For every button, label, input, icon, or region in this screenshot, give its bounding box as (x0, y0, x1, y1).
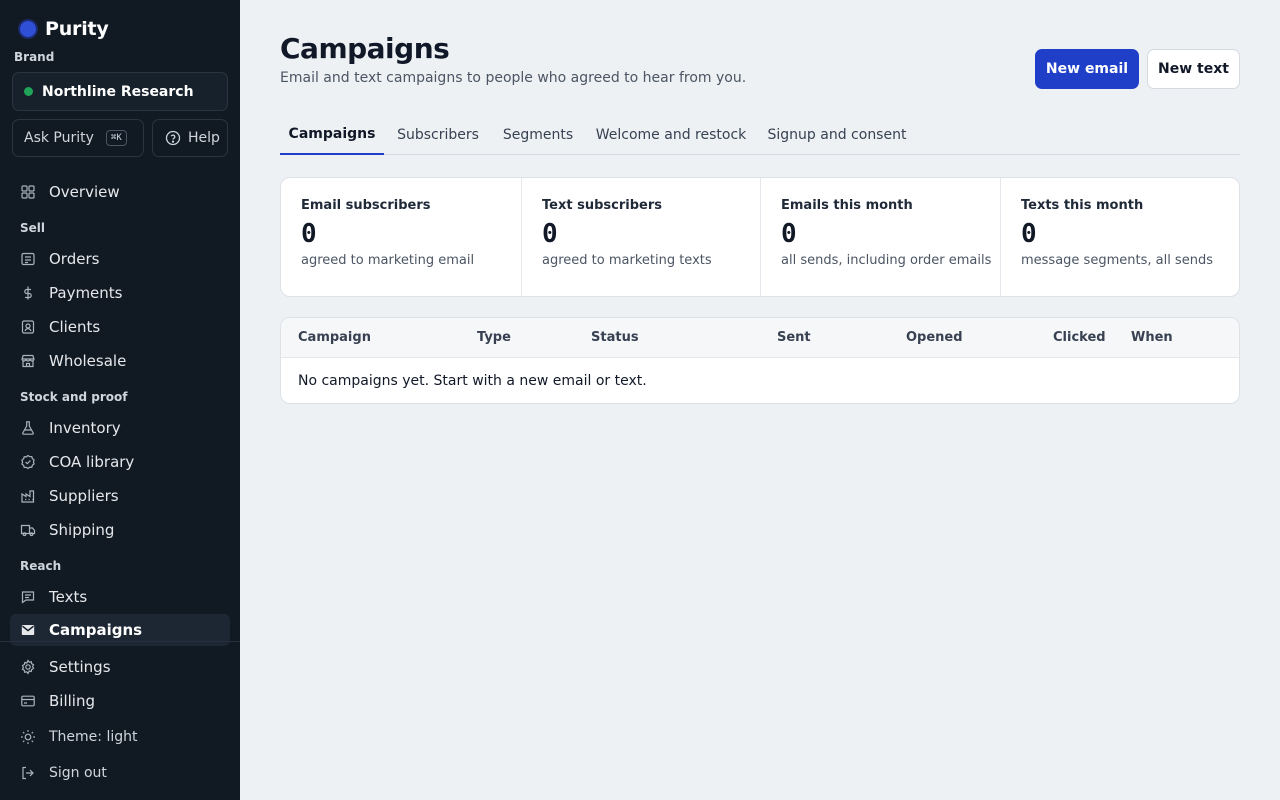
badge-check-icon (20, 454, 36, 470)
sidebar-item-wholesale[interactable]: Wholesale (10, 346, 230, 376)
sidebar-item-label: COA library (49, 453, 135, 471)
truck-icon (20, 522, 36, 538)
theme-toggle[interactable]: Theme: light (10, 722, 230, 752)
logo-mark-icon (20, 21, 36, 37)
sidebar-item-label: Settings (49, 658, 111, 676)
new-text-button[interactable]: New text (1147, 49, 1240, 89)
campaigns-table: Campaign Type Status Sent Opened Clicked… (280, 317, 1240, 404)
stat-value: 0 (301, 219, 317, 249)
ask-purity-label: Ask Purity (24, 130, 94, 146)
app-name: Purity (45, 18, 109, 40)
sidebar-item-shipping[interactable]: Shipping (10, 515, 230, 545)
section-label-sell: Sell (20, 221, 46, 235)
empty-state-message: No campaigns yet. Start with a new email… (298, 373, 647, 389)
tab-signup-and-consent[interactable]: Signup and consent (762, 114, 912, 155)
stat-value: 0 (542, 219, 558, 249)
section-label-stock: Stock and proof (20, 390, 128, 404)
sidebar-item-label: Inventory (49, 419, 121, 437)
sidebar-item-label: Shipping (49, 521, 115, 539)
theme-toggle-label: Theme: light (49, 729, 138, 745)
sidebar-divider (0, 641, 240, 642)
tab-segments[interactable]: Segments (494, 114, 582, 155)
stat-label: Text subscribers (542, 198, 662, 213)
flask-icon (20, 420, 36, 436)
campaign-tabs: Campaigns Subscribers Segments Welcome a… (280, 114, 1240, 155)
stat-text-subscribers: Text subscribers 0 agreed to marketing t… (522, 178, 761, 296)
sidebar-item-overview[interactable]: Overview (10, 177, 230, 207)
brand-status-dot-icon (24, 87, 33, 96)
stat-label: Email subscribers (301, 198, 431, 213)
column-header-when[interactable]: When (1131, 330, 1173, 345)
stat-label: Texts this month (1021, 198, 1144, 213)
sidebar-item-coa-library[interactable]: COA library (10, 447, 230, 477)
factory-icon (20, 488, 36, 504)
stats-panel: Email subscribers 0 agreed to marketing … (280, 177, 1240, 297)
stat-caption: agreed to marketing email (301, 253, 475, 268)
mail-icon (20, 622, 36, 638)
app-logo[interactable]: Purity (20, 18, 109, 40)
sidebar-item-label: Payments (49, 284, 123, 302)
new-email-button[interactable]: New email (1035, 49, 1139, 89)
help-button[interactable]: Help (152, 119, 228, 157)
stat-label: Emails this month (781, 198, 913, 213)
column-header-clicked[interactable]: Clicked (1053, 330, 1106, 345)
sidebar-item-texts[interactable]: Texts (10, 582, 230, 612)
column-header-campaign[interactable]: Campaign (298, 330, 371, 345)
sidebar-item-orders[interactable]: Orders (10, 244, 230, 274)
sign-out-button[interactable]: Sign out (10, 758, 230, 788)
sidebar-item-label: Wholesale (49, 352, 127, 370)
stat-caption: agreed to marketing texts (542, 253, 712, 268)
brand-name: Northline Research (42, 83, 194, 100)
stat-emails-this-month: Emails this month 0 all sends, including… (761, 178, 1001, 296)
sidebar-item-label: Suppliers (49, 487, 119, 505)
sidebar-item-label: Billing (49, 692, 95, 710)
sidebar-item-label: Overview (49, 183, 120, 201)
stat-caption: message segments, all sends (1021, 253, 1213, 268)
stat-caption: all sends, including order emails (781, 253, 992, 268)
page-subtitle: Email and text campaigns to people who a… (280, 70, 747, 86)
log-out-icon (20, 765, 36, 781)
help-circle-icon (165, 130, 181, 146)
column-header-sent[interactable]: Sent (777, 330, 811, 345)
tab-campaigns[interactable]: Campaigns (280, 114, 384, 155)
grid-icon (20, 184, 36, 200)
stat-texts-this-month: Texts this month 0 message segments, all… (1001, 178, 1239, 296)
brand-label: Brand (14, 50, 55, 64)
column-header-opened[interactable]: Opened (906, 330, 963, 345)
tab-welcome-and-restock[interactable]: Welcome and restock (590, 114, 752, 155)
page-title: Campaigns (280, 32, 450, 65)
column-header-status[interactable]: Status (591, 330, 639, 345)
gear-icon (20, 659, 36, 675)
message-square-icon (20, 589, 36, 605)
sidebar: Purity Brand Northline Research Ask Puri… (0, 0, 240, 800)
sign-out-label: Sign out (49, 765, 107, 781)
sidebar-item-payments[interactable]: Payments (10, 278, 230, 308)
stat-value: 0 (1021, 219, 1037, 249)
sidebar-item-label: Texts (49, 588, 88, 606)
dollar-icon (20, 285, 36, 301)
credit-card-icon (20, 693, 36, 709)
ask-shortcut-badge: ⌘K (105, 130, 127, 146)
column-header-type[interactable]: Type (477, 330, 511, 345)
tab-subscribers[interactable]: Subscribers (388, 114, 488, 155)
table-header: Campaign Type Status Sent Opened Clicked… (281, 318, 1239, 358)
help-label: Help (188, 130, 220, 146)
sidebar-item-label: Clients (49, 318, 101, 336)
ask-purity-button[interactable]: Ask Purity ⌘K (12, 119, 144, 157)
receipt-icon (20, 251, 36, 267)
sidebar-item-inventory[interactable]: Inventory (10, 413, 230, 443)
sidebar-item-label: Campaigns (49, 621, 143, 639)
sidebar-item-settings[interactable]: Settings (10, 652, 230, 682)
stat-value: 0 (781, 219, 797, 249)
sidebar-item-label: Orders (49, 250, 100, 268)
store-icon (20, 353, 36, 369)
sidebar-item-suppliers[interactable]: Suppliers (10, 481, 230, 511)
contact-card-icon (20, 319, 36, 335)
section-label-reach: Reach (20, 559, 62, 573)
sun-icon (20, 729, 36, 745)
stat-email-subscribers: Email subscribers 0 agreed to marketing … (281, 178, 522, 296)
brand-selector[interactable]: Northline Research (12, 72, 228, 111)
sidebar-item-clients[interactable]: Clients (10, 312, 230, 342)
sidebar-item-billing[interactable]: Billing (10, 686, 230, 716)
